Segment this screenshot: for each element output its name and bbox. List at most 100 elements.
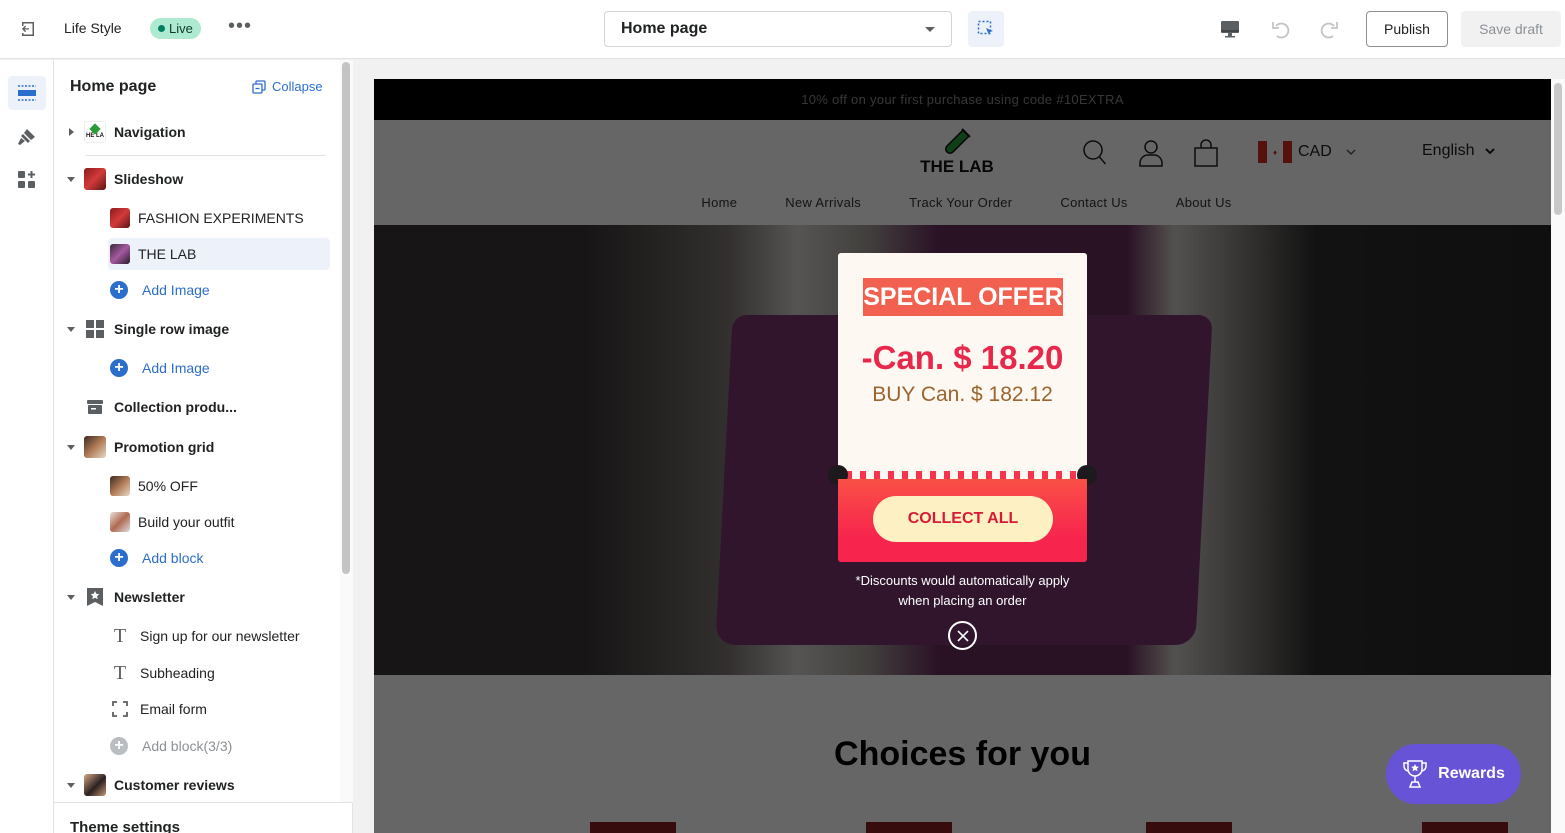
discount-amount: -Can. $ 18.20 xyxy=(861,339,1064,376)
page-selector[interactable]: Home page xyxy=(604,11,952,47)
block-email-form[interactable]: Email form xyxy=(110,693,330,725)
publish-button[interactable]: Publish xyxy=(1366,11,1448,47)
block-thumbnail xyxy=(110,512,130,532)
scrollbar-thumb[interactable] xyxy=(1554,83,1562,215)
block-label: 50% OFF xyxy=(138,478,198,494)
redo-icon xyxy=(1320,22,1338,39)
block-thumbnail xyxy=(110,476,130,496)
star-bookmark-icon xyxy=(84,586,106,608)
close-popup-button[interactable] xyxy=(948,621,977,650)
section-label: Customer reviews xyxy=(114,777,235,793)
collapse-arrow-icon[interactable] xyxy=(64,326,78,332)
editor-icon-rail xyxy=(0,60,54,833)
save-draft-button[interactable]: Save draft xyxy=(1461,11,1561,47)
apps-tab[interactable] xyxy=(8,163,46,197)
section-label: Newsletter xyxy=(114,589,185,605)
inspector-toggle-button[interactable] xyxy=(968,11,1004,47)
section-collection-products[interactable]: Collection produ... xyxy=(62,391,330,423)
coupon-action-area: COLLECT ALL xyxy=(838,479,1087,562)
block-fashion-experiments[interactable]: FASHION EXPERIMENTS xyxy=(110,202,330,234)
close-icon xyxy=(956,629,969,642)
add-block-label: Add block(3/3) xyxy=(142,738,233,754)
page-selector-value: Home page xyxy=(621,20,708,37)
theme-settings-button[interactable]: Theme settings xyxy=(54,802,352,833)
redo-button[interactable] xyxy=(1318,18,1340,40)
collect-all-button[interactable]: COLLECT ALL xyxy=(873,496,1053,542)
add-block-button[interactable]: + Add block xyxy=(110,542,330,574)
desktop-view-button[interactable] xyxy=(1219,18,1241,40)
form-frame-icon xyxy=(110,701,130,717)
add-image-label: Add Image xyxy=(142,360,210,376)
rewards-button[interactable]: Rewards xyxy=(1386,744,1521,804)
block-label: THE LAB xyxy=(138,246,197,262)
block-label: Email form xyxy=(140,701,207,717)
section-customer-reviews[interactable]: Customer reviews xyxy=(62,769,330,801)
more-actions-button[interactable]: ••• xyxy=(228,16,252,36)
desktop-icon xyxy=(1221,21,1239,38)
expand-arrow-icon[interactable] xyxy=(64,128,78,136)
promotion-grid-thumbnail xyxy=(84,436,106,458)
text-icon: T xyxy=(113,624,127,647)
theme-settings-label: Theme settings xyxy=(70,819,181,833)
live-status-label: Live xyxy=(169,21,193,36)
collapse-arrow-icon[interactable] xyxy=(64,594,78,600)
sections-sidebar: Home page Collapse HE LA Navigation Slid… xyxy=(54,60,353,833)
add-image-label: Add Image xyxy=(142,282,210,298)
collapse-arrow-icon[interactable] xyxy=(64,444,78,450)
add-circle-icon: + xyxy=(110,359,128,377)
block-50-off[interactable]: 50% OFF xyxy=(110,470,330,502)
scrollbar-thumb[interactable] xyxy=(342,62,350,574)
note-line-2: when placing an order xyxy=(898,593,1027,608)
sidebar-scrollbar[interactable] xyxy=(340,60,353,802)
paint-brush-icon xyxy=(18,129,35,145)
block-the-lab[interactable]: THE LAB xyxy=(108,238,330,270)
section-label: Single row image xyxy=(114,321,230,337)
section-label: Navigation xyxy=(114,124,186,140)
add-block-disabled-button[interactable]: + Add block(3/3) xyxy=(110,730,330,762)
block-label: FASHION EXPERIMENTS xyxy=(138,210,304,226)
theme-style-tab[interactable] xyxy=(8,120,46,154)
section-slideshow[interactable]: Slideshow xyxy=(62,163,330,195)
block-newsletter-heading[interactable]: T Sign up for our newsletter xyxy=(110,620,330,652)
collapse-arrow-icon[interactable] xyxy=(64,176,78,182)
section-label: Collection produ... xyxy=(114,399,237,415)
block-thumbnail xyxy=(110,208,130,228)
select-element-icon xyxy=(977,20,993,35)
grid-icon xyxy=(84,318,106,340)
sidebar-title: Home page xyxy=(70,78,157,95)
undo-button[interactable] xyxy=(1270,18,1292,40)
note-line-1: *Discounts would automatically apply xyxy=(855,573,1070,588)
trophy-icon xyxy=(1403,760,1427,788)
exit-editor-button[interactable] xyxy=(18,19,38,39)
collapse-icon xyxy=(252,79,266,94)
preview-scrollbar[interactable] xyxy=(1551,79,1565,833)
store-name: Life Style xyxy=(64,20,122,36)
coupon-perforation xyxy=(838,471,1087,479)
sections-tab[interactable] xyxy=(8,76,46,110)
collapse-button[interactable]: Collapse xyxy=(252,79,323,94)
section-single-row-image[interactable]: Single row image xyxy=(62,313,330,345)
add-image-button[interactable]: + Add Image xyxy=(110,352,330,384)
slideshow-thumbnail xyxy=(84,168,106,190)
editor-topbar: Life Style Live ••• Home page Publish Sa… xyxy=(0,0,1565,59)
block-label: Subheading xyxy=(140,665,215,681)
block-subheading[interactable]: T Subheading xyxy=(110,657,330,689)
add-circle-icon: + xyxy=(110,281,128,299)
sections-icon xyxy=(18,85,36,101)
block-build-your-outfit[interactable]: Build your outfit xyxy=(110,506,330,538)
collapse-arrow-icon[interactable] xyxy=(64,782,78,788)
section-navigation[interactable]: HE LA Navigation xyxy=(62,116,330,148)
add-apps-icon xyxy=(18,171,35,188)
block-thumbnail xyxy=(110,244,130,264)
block-label: Build your outfit xyxy=(138,514,235,530)
sidebar-divider xyxy=(86,155,326,156)
add-circle-icon: + xyxy=(110,737,128,755)
section-promotion-grid[interactable]: Promotion grid xyxy=(62,431,330,463)
discount-note: *Discounts would automatically apply whe… xyxy=(838,571,1087,611)
minimum-purchase: BUY Can. $ 182.12 xyxy=(872,383,1053,406)
caret-down-icon xyxy=(925,26,935,32)
section-newsletter[interactable]: Newsletter xyxy=(62,581,330,613)
status-dot-icon xyxy=(158,25,165,32)
navigation-thumbnail: HE LA xyxy=(84,121,106,143)
add-image-button[interactable]: + Add Image xyxy=(110,274,330,306)
